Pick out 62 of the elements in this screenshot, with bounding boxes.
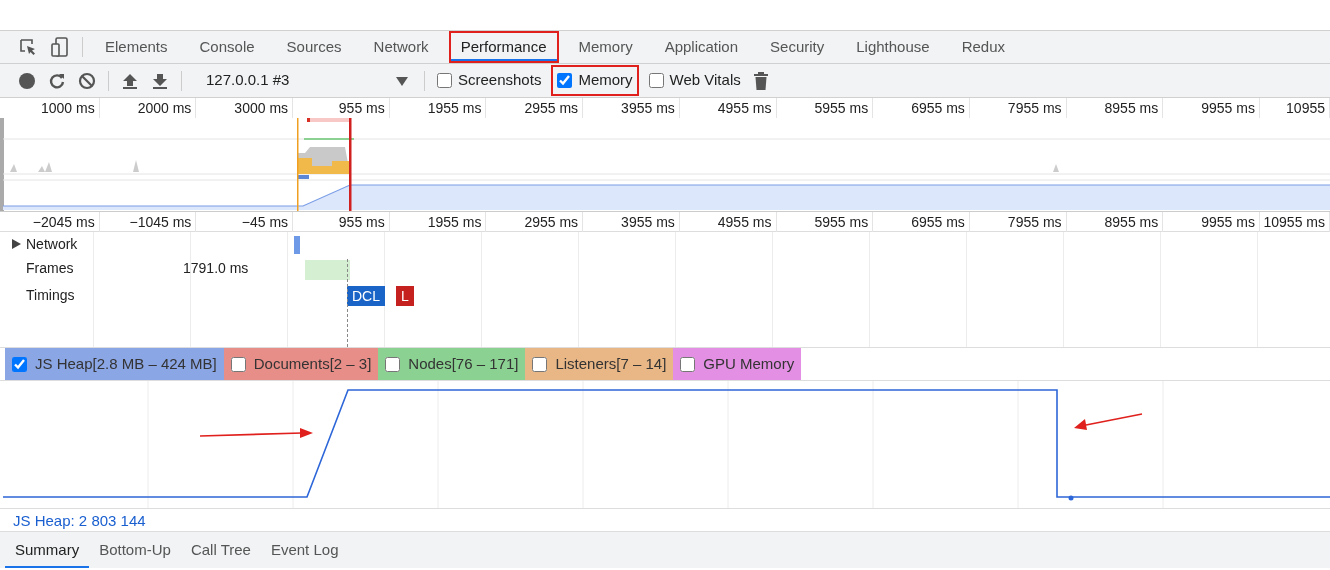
heap-readout: JS Heap: 2 803 144 bbox=[0, 508, 1330, 532]
checkbox[interactable] bbox=[437, 73, 452, 88]
checkbox[interactable] bbox=[230, 356, 246, 372]
panel-tab[interactable]: Sources bbox=[274, 31, 354, 63]
panel-tab[interactable]: Application bbox=[652, 31, 751, 63]
expand-arrow-icon[interactable] bbox=[12, 239, 21, 249]
tick-label: 6955 ms bbox=[873, 212, 970, 232]
timing-marker[interactable]: L bbox=[396, 286, 414, 306]
timing-marker[interactable]: DCL bbox=[347, 286, 385, 306]
tick-label: 2955 ms bbox=[486, 212, 584, 232]
tick-label: −2045 ms bbox=[3, 212, 100, 232]
target-select[interactable]: 127.0.0.1 #3 bbox=[202, 69, 412, 92]
counter-toggle[interactable]: GPU Memory bbox=[673, 348, 802, 380]
counter-label: GPU Memory bbox=[703, 353, 795, 374]
panel-tab[interactable]: Redux bbox=[949, 31, 1017, 63]
track-label: Frames bbox=[26, 258, 75, 278]
panel-tab[interactable]: Security bbox=[758, 31, 837, 63]
panel-tab[interactable]: Network bbox=[361, 31, 441, 63]
track-label: Network bbox=[26, 234, 79, 254]
panel-tab[interactable]: Performance bbox=[448, 31, 559, 63]
counter-label: Documents[2 – 3] bbox=[253, 353, 372, 374]
counter-toggle[interactable]: Listeners[7 – 14] bbox=[525, 348, 674, 380]
panel-tab[interactable]: Console bbox=[187, 31, 267, 63]
checkbox[interactable] bbox=[385, 356, 401, 372]
checkbox[interactable] bbox=[648, 73, 664, 88]
tick-label: 8955 ms bbox=[1066, 212, 1164, 232]
panel-tab[interactable]: Summary bbox=[5, 532, 90, 568]
tick-label: 3955 ms bbox=[583, 212, 680, 232]
tick-label: 4955 ms bbox=[679, 212, 777, 232]
frame-bar bbox=[305, 260, 350, 280]
tick-label: 7955 ms bbox=[969, 212, 1067, 232]
panel-tab[interactable]: Bottom-Up bbox=[89, 532, 181, 568]
network-request-bar bbox=[294, 236, 300, 254]
annotation-arrow bbox=[1072, 410, 1144, 432]
checkbox[interactable] bbox=[12, 356, 27, 372]
counter-label: Nodes[76 – 171] bbox=[408, 353, 519, 374]
option-label: Screenshots bbox=[458, 70, 542, 91]
panel-tab[interactable]: Lighthouse bbox=[844, 31, 942, 63]
frame-duration: 1791.0 ms bbox=[183, 258, 249, 278]
tick-label: 9955 ms bbox=[1163, 212, 1260, 232]
panel-tab[interactable]: Event Log bbox=[260, 532, 349, 568]
counter-label: JS Heap[2.8 MB – 424 MB] bbox=[35, 353, 217, 374]
panel-tab[interactable]: Call Tree bbox=[180, 532, 261, 568]
counter-toggle[interactable]: JS Heap[2.8 MB – 424 MB] bbox=[5, 348, 224, 380]
counter-label: Listeners[7 – 14] bbox=[555, 353, 667, 374]
tick-label: 1955 ms bbox=[389, 212, 487, 232]
counter-toggle[interactable]: Nodes[76 – 171] bbox=[378, 348, 526, 380]
option-label: Memory bbox=[578, 70, 633, 91]
counter-toggle[interactable]: Documents[2 – 3] bbox=[223, 348, 379, 380]
checkbox[interactable] bbox=[557, 73, 573, 88]
tick-label: 955 ms bbox=[293, 212, 390, 232]
panel-tab[interactable]: Memory bbox=[566, 31, 645, 63]
tick-label: −1045 ms bbox=[99, 212, 197, 232]
option-label: Web Vitals bbox=[669, 70, 741, 91]
track-label: Timings bbox=[26, 285, 76, 305]
tick-label: 10955 ms bbox=[1259, 212, 1330, 232]
panel-tab[interactable]: Elements bbox=[93, 31, 180, 63]
checkbox[interactable] bbox=[680, 356, 696, 372]
tick-label: 5955 ms bbox=[776, 212, 874, 232]
tick-label: −45 ms bbox=[196, 212, 294, 232]
caret-icon bbox=[396, 75, 408, 86]
checkbox[interactable] bbox=[532, 356, 548, 372]
